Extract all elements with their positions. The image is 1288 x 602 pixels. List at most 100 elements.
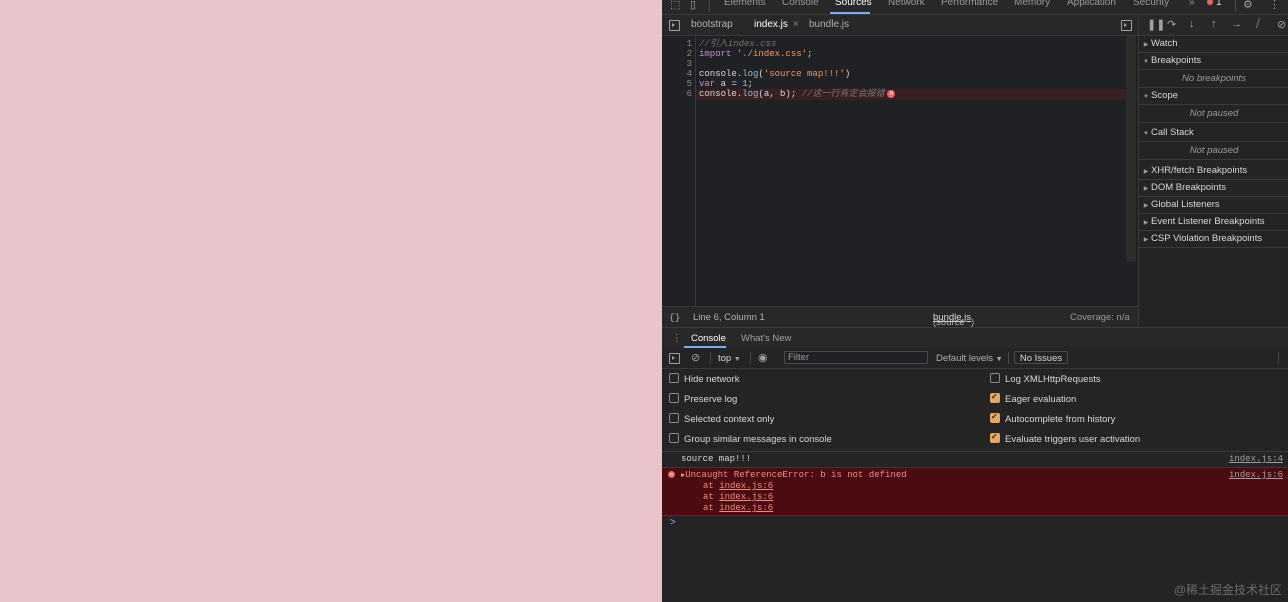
editor-status-bar: {} Line 6, Column 1 (source mapped from … bbox=[662, 306, 1138, 350]
deactivate-breakpoints-icon[interactable]: ⧸ bbox=[1256, 18, 1260, 31]
editor-scrollbar[interactable] bbox=[1126, 36, 1136, 262]
log-source-link[interactable]: index.js:4 bbox=[1229, 454, 1283, 465]
step-over-icon[interactable]: ↷ bbox=[1167, 18, 1176, 31]
device-toolbar-icon[interactable]: ▯ bbox=[690, 0, 696, 12]
pane-breakpoints[interactable]: ▼ Breakpoints bbox=[1139, 53, 1288, 70]
tab-sources[interactable]: Sources bbox=[835, 0, 872, 9]
tab-memory[interactable]: Memory bbox=[1014, 0, 1050, 9]
pane-dom-breakpoints[interactable]: ▶ DOM Breakpoints bbox=[1139, 180, 1288, 197]
code-editor[interactable]: 1 2 3 4 5 6 //引入index.css import './inde… bbox=[662, 36, 1138, 306]
checkbox-checked[interactable] bbox=[990, 391, 1000, 404]
console-prompt[interactable]: > bbox=[670, 517, 676, 528]
drawer-tab-whats-new[interactable]: What's New bbox=[741, 333, 791, 344]
dropdown-arrow-icon: ▼ bbox=[995, 356, 1003, 363]
toggle-navigator-icon[interactable] bbox=[669, 20, 680, 31]
line-number[interactable]: 5 bbox=[687, 79, 692, 89]
option-log-xhr[interactable]: Log XMLHttpRequests bbox=[990, 373, 1101, 386]
option-preserve-log[interactable]: Preserve log bbox=[669, 393, 738, 406]
coverage-info: Coverage: n/a bbox=[1070, 312, 1130, 323]
option-eager-evaluation[interactable]: Eager evaluation bbox=[990, 391, 1076, 406]
pane-csp-violation-breakpoints[interactable]: ▶ CSP Violation Breakpoints bbox=[1139, 231, 1288, 248]
pause-icon[interactable]: ❚❚ bbox=[1147, 18, 1165, 31]
pane-global-listeners[interactable]: ▶ Global Listeners bbox=[1139, 197, 1288, 214]
error-count-badge[interactable]: 1 bbox=[1207, 0, 1222, 9]
line-number[interactable]: 6 bbox=[687, 89, 692, 99]
tab-performance[interactable]: Performance bbox=[941, 0, 998, 9]
drawer-menu-icon[interactable]: ⋮ bbox=[672, 333, 682, 344]
live-expression-eye-icon[interactable]: ◉ bbox=[758, 351, 768, 364]
step-out-icon[interactable]: ↑ bbox=[1211, 18, 1217, 30]
checkbox-checked[interactable] bbox=[990, 431, 1000, 444]
line-number-gutter[interactable]: 1 2 3 4 5 6 bbox=[662, 36, 696, 306]
stack-frame: at index.js:6 bbox=[703, 503, 773, 514]
console-log-message: source map!!! index.js:4 bbox=[662, 452, 1288, 468]
close-tab-icon[interactable]: × bbox=[793, 19, 799, 30]
pretty-print-icon[interactable]: {} bbox=[669, 312, 680, 323]
tab-security[interactable]: Security bbox=[1133, 0, 1169, 9]
code-keyword: var bbox=[699, 79, 716, 89]
option-autocomplete-history[interactable]: Autocomplete from history bbox=[990, 411, 1115, 426]
kebab-menu-icon[interactable]: ⋮ bbox=[1269, 0, 1280, 12]
pause-on-exceptions-icon[interactable]: ⊘ bbox=[1277, 18, 1286, 31]
code-string: './index.css' bbox=[736, 49, 808, 59]
pane-title: XHR/fetch Breakpoints bbox=[1151, 165, 1248, 176]
settings-gear-icon[interactable]: ⚙ bbox=[1243, 0, 1253, 12]
tab-network[interactable]: Network bbox=[888, 0, 925, 9]
error-dot-icon bbox=[1207, 0, 1213, 6]
pane-scope[interactable]: ▼ Scope bbox=[1139, 88, 1288, 105]
line-number[interactable]: 4 bbox=[687, 69, 692, 79]
checkbox[interactable] bbox=[990, 373, 1000, 384]
context-selector[interactable]: top ▼ bbox=[718, 353, 741, 364]
error-expand-toggle[interactable]: ▶Uncaught ReferenceError: b is not defin… bbox=[681, 470, 907, 482]
file-tab-index-js[interactable]: index.js × bbox=[754, 19, 799, 30]
pane-watch[interactable]: ▶ Watch bbox=[1139, 36, 1288, 53]
line-number[interactable]: 1 bbox=[687, 39, 692, 49]
issues-button[interactable]: No Issues bbox=[1014, 351, 1068, 364]
expand-down-icon: ▼ bbox=[1143, 131, 1149, 137]
checkbox[interactable] bbox=[669, 413, 679, 424]
log-levels-dropdown[interactable]: Default levels ▼ bbox=[936, 353, 1003, 364]
line-number[interactable]: 3 bbox=[687, 59, 692, 69]
checkbox[interactable] bbox=[669, 433, 679, 444]
console-filter-input[interactable] bbox=[784, 351, 928, 364]
checkbox[interactable] bbox=[669, 393, 679, 404]
clear-console-icon[interactable]: ⊘ bbox=[691, 351, 700, 364]
webpage-viewport bbox=[0, 0, 662, 602]
stack-frame-link[interactable]: index.js:6 bbox=[719, 481, 773, 491]
stack-frame-link[interactable]: index.js:6 bbox=[719, 492, 773, 502]
option-evaluate-triggers[interactable]: Evaluate triggers user activation bbox=[990, 431, 1140, 446]
error-source-link[interactable]: index.js:6 bbox=[1229, 470, 1283, 481]
inspect-element-icon[interactable]: ⬚ bbox=[670, 0, 680, 12]
file-tab-bootstrap[interactable]: bootstrap bbox=[691, 19, 733, 30]
tab-application[interactable]: Application bbox=[1067, 0, 1116, 9]
code-token: console. bbox=[699, 69, 743, 79]
option-label: Preserve log bbox=[684, 394, 738, 405]
divider bbox=[1235, 0, 1236, 12]
toggle-sidebar-icon[interactable] bbox=[669, 353, 680, 364]
active-tab-indicator bbox=[830, 12, 870, 14]
option-group-similar[interactable]: Group similar messages in console bbox=[669, 433, 832, 446]
inline-error-icon[interactable]: ✕ bbox=[887, 89, 896, 98]
pane-event-listener-breakpoints[interactable]: ▶ Event Listener Breakpoints bbox=[1139, 214, 1288, 231]
step-into-icon[interactable]: ↓ bbox=[1189, 18, 1195, 30]
step-icon[interactable]: → bbox=[1231, 18, 1242, 30]
stack-frame-link[interactable]: index.js:6 bbox=[719, 503, 773, 513]
more-tabs-button[interactable]: » bbox=[1189, 0, 1195, 9]
toggle-debugger-icon[interactable] bbox=[1121, 20, 1132, 31]
code-string: 'source map!!!' bbox=[763, 69, 845, 79]
code-token: (a, b); bbox=[758, 89, 802, 99]
tab-console[interactable]: Console bbox=[782, 0, 819, 9]
pane-call-stack[interactable]: ▼ Call Stack bbox=[1139, 125, 1288, 142]
drawer-tab-console[interactable]: Console bbox=[691, 333, 726, 344]
line-number[interactable]: 2 bbox=[687, 49, 692, 59]
option-hide-network[interactable]: Hide network bbox=[669, 373, 739, 386]
tab-elements[interactable]: Elements bbox=[724, 0, 766, 9]
debugger-toolbar: ❚❚ ↷ ↓ ↑ → ⧸ ⊘ bbox=[1139, 15, 1288, 36]
code-keyword: import bbox=[699, 49, 732, 59]
pane-xhr-breakpoints[interactable]: ▶ XHR/fetch Breakpoints bbox=[1139, 163, 1288, 180]
checkbox[interactable] bbox=[669, 373, 679, 384]
no-breakpoints-text: No breakpoints bbox=[1139, 70, 1288, 88]
file-tab-bundle-js[interactable]: bundle.js bbox=[809, 19, 849, 30]
option-selected-context-only[interactable]: Selected context only bbox=[669, 413, 774, 426]
checkbox-checked[interactable] bbox=[990, 411, 1000, 424]
